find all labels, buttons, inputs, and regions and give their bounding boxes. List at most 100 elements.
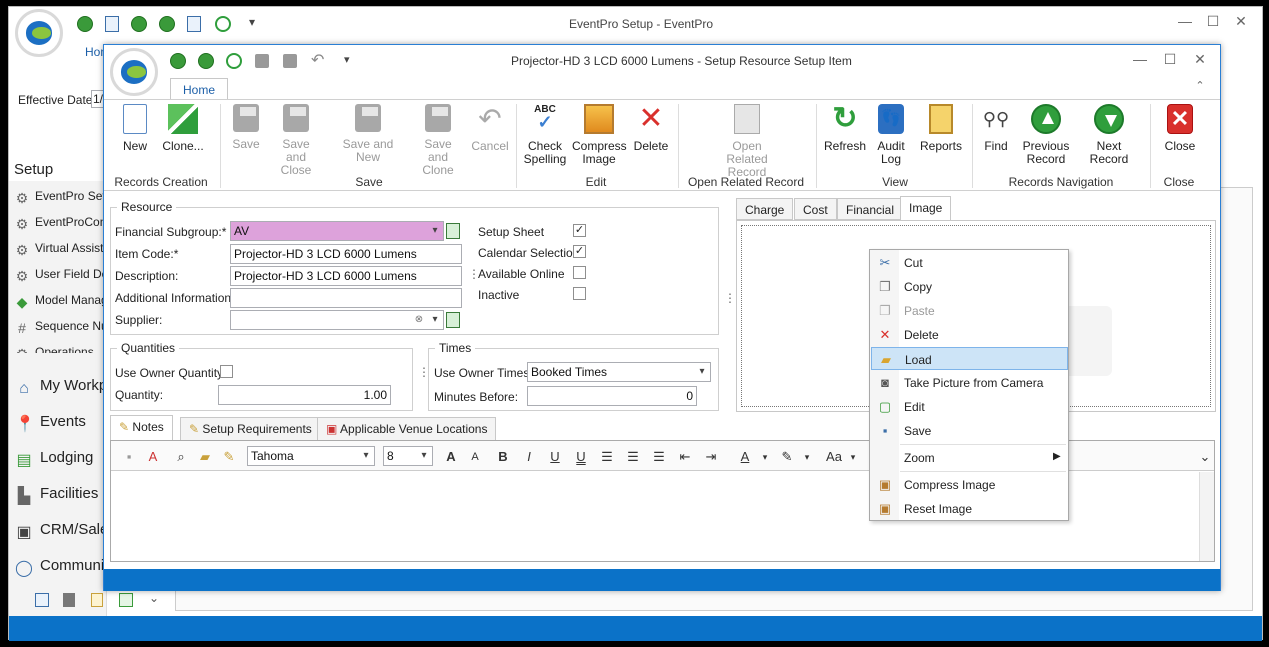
menu-item-zoom[interactable]: Zoom ▶: [871, 446, 1068, 469]
setup-item[interactable]: ⚙ Operations: [15, 345, 105, 353]
check-spelling-button[interactable]: ABC ✓ Check Spelling: [522, 104, 568, 166]
quantity-input[interactable]: 1.00: [218, 385, 391, 405]
font-color-icon[interactable]: A: [737, 449, 753, 465]
italic-icon[interactable]: I: [521, 449, 537, 465]
previous-record-button[interactable]: Previous Record: [1020, 104, 1072, 166]
save-close-icon[interactable]: [283, 54, 297, 68]
setup-item[interactable]: ⚙ EventProConnect: [15, 215, 105, 235]
menu-item-load[interactable]: ▰ Load: [871, 347, 1068, 370]
nav-item-my-workplace[interactable]: ⌂ My Workplace: [15, 377, 107, 403]
save-icon[interactable]: ▪: [121, 449, 137, 465]
notes-scrollbar[interactable]: [1199, 472, 1214, 561]
menu-item-save[interactable]: ▪ Save: [871, 419, 1068, 442]
down-arrow-icon[interactable]: [198, 53, 214, 69]
toolbar-expand-icon[interactable]: ⌄: [1197, 449, 1213, 465]
close-record-button[interactable]: ✕ Close: [1160, 104, 1200, 153]
menu-item-paste[interactable]: ❐ Paste: [871, 299, 1068, 322]
tab-home[interactable]: Home: [170, 78, 229, 100]
bold-icon[interactable]: B: [495, 449, 511, 465]
underline-icon[interactable]: U: [547, 449, 563, 465]
font-size-select[interactable]: 8 ▾: [383, 446, 433, 466]
clone-button[interactable]: Clone...: [160, 104, 206, 153]
splitter-handle[interactable]: ⋮: [724, 291, 736, 305]
quick-access-icon[interactable]: [159, 16, 175, 32]
setup-item[interactable]: ◆ Model Manager: [15, 293, 105, 313]
save-and-close-button[interactable]: Save and Close: [270, 104, 322, 177]
available-online-checkbox[interactable]: [573, 266, 586, 279]
menu-item-delete[interactable]: ✕ Delete: [871, 323, 1068, 346]
quick-access-icon[interactable]: [105, 16, 119, 32]
tab-financial[interactable]: Financial: [837, 198, 904, 220]
decrease-indent-icon[interactable]: ⇤: [677, 449, 693, 465]
minimize-button[interactable]: —: [1130, 51, 1150, 67]
calculator-icon[interactable]: [63, 593, 75, 607]
shrink-font-icon[interactable]: A: [467, 449, 483, 465]
lookup-icon[interactable]: [446, 312, 460, 328]
refresh-icon[interactable]: [226, 53, 242, 69]
maximize-button[interactable]: ☐: [1160, 51, 1180, 68]
chevron-down-icon[interactable]: ⌄: [149, 591, 159, 605]
pdf-icon[interactable]: A: [145, 449, 161, 465]
highlight-icon[interactable]: ✎: [779, 449, 795, 465]
setup-item[interactable]: ⚙ EventPro Setup: [15, 189, 105, 209]
lookup-icon[interactable]: [446, 223, 460, 239]
find-button[interactable]: ⚲⚲ Find: [978, 104, 1014, 153]
description-input[interactable]: Projector-HD 3 LCD 6000 Lumens: [230, 266, 462, 286]
refresh-button[interactable]: ↻ Refresh: [822, 104, 868, 153]
quick-access-icon[interactable]: [77, 16, 93, 32]
menu-item-edit[interactable]: ▢ Edit: [871, 395, 1068, 418]
open-folder-icon[interactable]: ▰: [197, 449, 213, 465]
undo-icon[interactable]: ↶: [311, 50, 324, 70]
collapse-ribbon-icon[interactable]: ⌃: [1190, 79, 1210, 92]
nav-item-lodging[interactable]: ▤ Lodging: [15, 449, 107, 475]
font-family-select[interactable]: Tahoma ▾: [247, 446, 375, 466]
chevron-down-icon[interactable]: ▾: [694, 363, 710, 381]
chevron-down-icon[interactable]: ▾: [358, 447, 374, 465]
clear-icon[interactable]: ⊗: [411, 311, 427, 329]
inactive-checkbox[interactable]: [573, 287, 586, 300]
tab-applicable-venue-locations[interactable]: ▣ Applicable Venue Locations: [317, 417, 497, 441]
maximize-button[interactable]: ☐: [1203, 13, 1223, 30]
save-icon[interactable]: [255, 54, 269, 68]
setup-item[interactable]: ⚙ Virtual Assistant: [15, 241, 105, 261]
use-owner-times-select[interactable]: Booked Times ▾: [527, 362, 711, 382]
save-and-clone-button[interactable]: Save and Clone: [412, 104, 464, 177]
nav-item-crm-sales[interactable]: ▣ CRM/Sales: [15, 521, 107, 547]
chevron-down-icon[interactable]: ▾: [845, 449, 861, 465]
refresh-icon[interactable]: [215, 16, 231, 32]
supplier-select[interactable]: ⊗ ▾: [230, 310, 444, 330]
menu-item-copy[interactable]: ❐ Copy: [871, 275, 1068, 298]
menu-item-cut[interactable]: ✂ Cut: [871, 251, 1068, 274]
qa-dropdown-icon[interactable]: ▾: [344, 53, 350, 66]
chevron-down-icon[interactable]: ▾: [427, 311, 443, 329]
numbered-list-icon[interactable]: ☰: [599, 449, 615, 465]
menu-item-compress-image[interactable]: ▣ Compress Image: [871, 473, 1068, 496]
nav-item-events[interactable]: 📍 Events: [15, 413, 107, 439]
chevron-down-icon[interactable]: ▾: [757, 449, 773, 465]
close-button[interactable]: ✕: [1231, 13, 1251, 30]
shortcut-icon[interactable]: [119, 593, 133, 607]
double-underline-icon[interactable]: U: [573, 449, 589, 465]
mail-icon[interactable]: [187, 16, 201, 32]
save-button[interactable]: Save: [228, 104, 264, 151]
minutes-before-input[interactable]: 0: [527, 386, 697, 406]
multilevel-list-icon[interactable]: ☰: [651, 449, 667, 465]
edit-icon[interactable]: ✎: [221, 449, 237, 465]
tab-charge[interactable]: Charge: [736, 198, 794, 220]
bullet-list-icon[interactable]: ☰: [625, 449, 641, 465]
quick-access-icon[interactable]: [131, 16, 147, 32]
calendar-selection-checkbox[interactable]: ✓: [573, 245, 586, 258]
tab-setup-requirements[interactable]: ✎ Setup Requirements: [180, 417, 321, 441]
save-and-new-button[interactable]: Save and New: [330, 104, 406, 164]
up-arrow-icon[interactable]: [170, 53, 186, 69]
chevron-down-icon[interactable]: ▾: [427, 222, 443, 240]
tab-notes[interactable]: ✎ Notes: [110, 415, 173, 441]
minimize-button[interactable]: —: [1175, 13, 1195, 29]
delete-button[interactable]: ✕ Delete: [632, 104, 670, 153]
additional-info-input[interactable]: [230, 288, 462, 308]
chevron-down-icon[interactable]: ▾: [416, 447, 432, 465]
change-case-icon[interactable]: Aa: [823, 449, 845, 465]
audit-log-button[interactable]: 👣 Audit Log: [872, 104, 910, 166]
next-record-button[interactable]: Next Record: [1078, 104, 1140, 166]
setup-sheet-checkbox[interactable]: ✓: [573, 224, 586, 237]
